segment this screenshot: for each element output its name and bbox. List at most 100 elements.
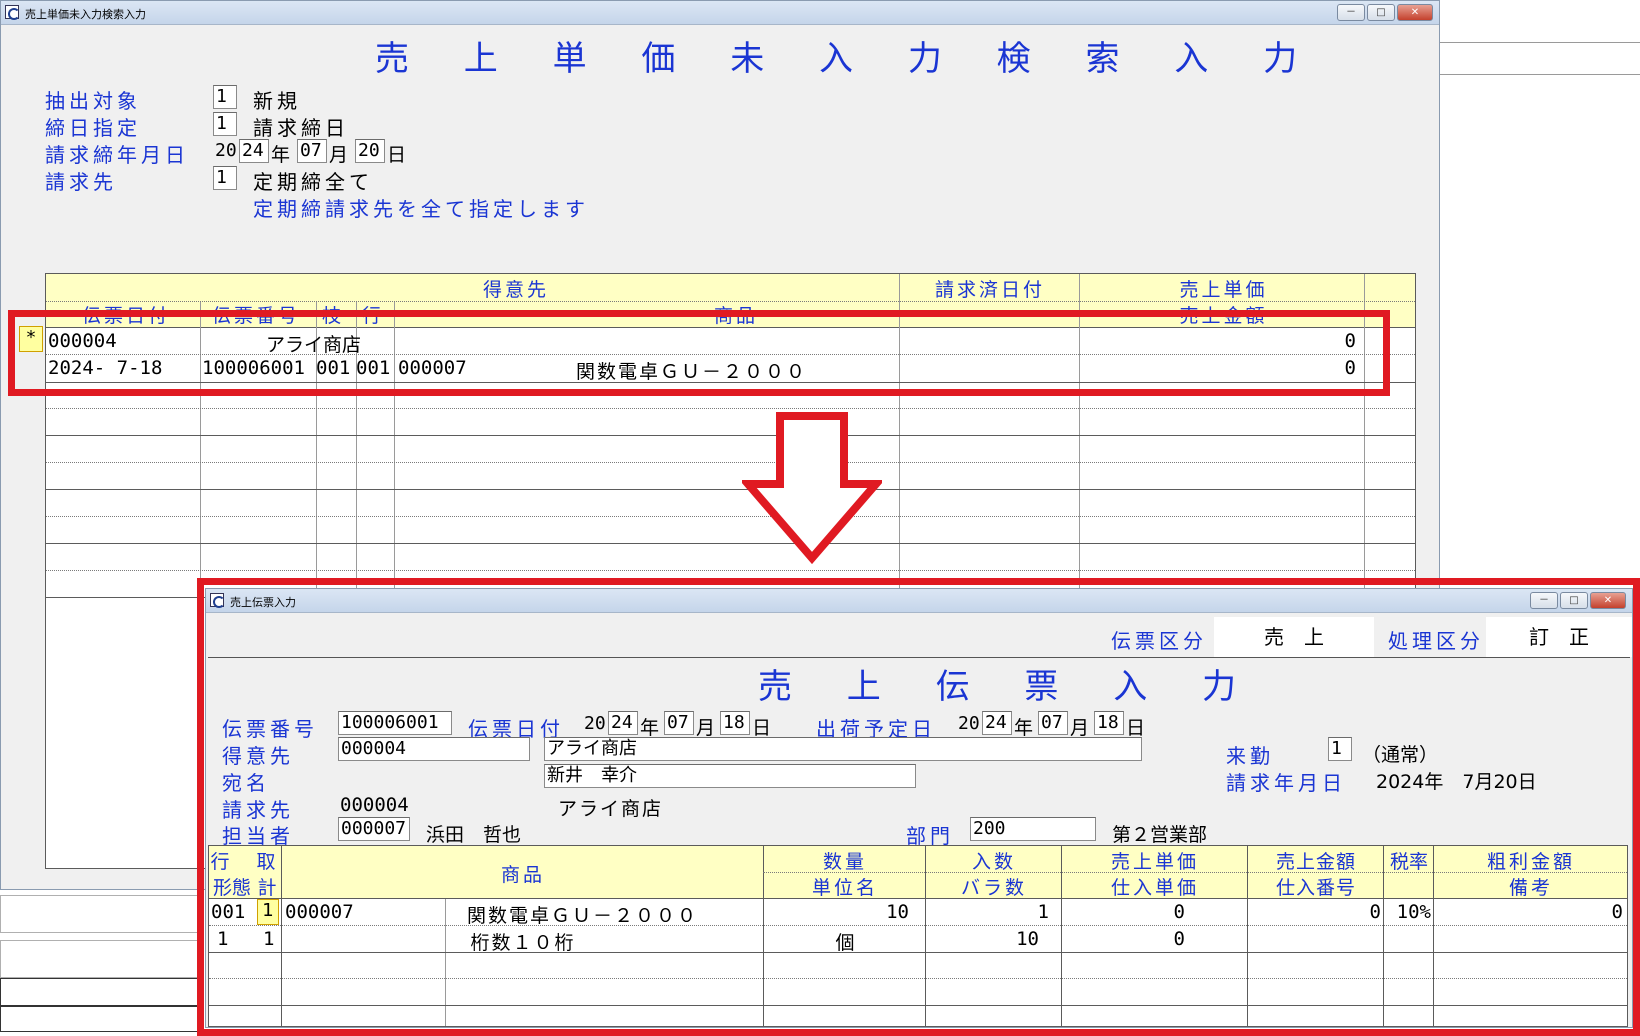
dept-code-input[interactable]: 200 [970,817,1096,841]
closing-input[interactable]: 1 [213,112,237,136]
slip-date-day-input[interactable]: 18 [720,711,750,735]
closing-text: 請求締日 [253,116,349,140]
billing-label: 請求先 [222,798,294,822]
close-button[interactable]: ✕ [1590,592,1626,609]
month-unit: 月 [1070,717,1090,739]
row2-total[interactable]: 1 [263,928,274,950]
header-sale-amount: 売上金額 [1275,851,1356,873]
row1-qty[interactable]: 10 [769,901,909,923]
row1-product-code[interactable]: 000007 [285,901,354,923]
slip-no-input[interactable]: 100006001 [338,711,452,735]
row-line [46,570,1415,571]
header-unit-price: 売上単価 [1179,279,1268,301]
header-slip-date: 伝票日付 [81,305,170,327]
row2-branch: 001 [316,357,351,379]
header-line: 行 [361,305,384,327]
grid-divider [1061,846,1062,1026]
date-year-input[interactable]: 24 [239,139,269,163]
row1-product-name: 関数電卓ＧＵ－２０００ [467,905,699,927]
slip-type-value: 売 上 [1214,617,1374,657]
row1-line: 001 [211,901,246,923]
row1-tax[interactable]: 10% [1385,901,1431,923]
row2-amount[interactable]: 0 [1266,357,1356,379]
maximize-button[interactable]: □ [1560,592,1588,609]
date-label: 請求締年月日 [45,143,189,167]
page-title: 売 上 単 価 未 入 力 検 索 入 力 [375,39,1320,79]
row-line [209,1005,1627,1006]
month-unit: 月 [329,144,349,166]
dept-name: 第２営業部 [1112,824,1208,846]
billing-text: 定期締全て [253,170,373,194]
header-slip-no: 伝票番号 [211,305,300,327]
header-loose: バラ数 [960,877,1027,899]
row2-unit-name[interactable]: 個 [765,928,925,955]
background-field [0,940,200,978]
row1-gross: 0 [1611,901,1623,923]
customer-name-input[interactable]: アライ商店 [544,737,1142,761]
extract-input[interactable]: 1 [213,85,237,109]
row2-form[interactable]: 1 [217,928,228,950]
header-total: 計 [257,877,277,899]
grid-divider [1433,846,1434,1026]
row-line [46,354,1415,355]
year-unit: 年 [271,144,291,166]
row1-customer-code[interactable]: 000004 [48,330,117,352]
header-gross: 粗利金額 [1486,851,1575,873]
year-unit: 年 [1014,717,1034,739]
billing-input[interactable]: 1 [213,166,237,190]
grid-divider [445,899,446,1026]
row-line [46,543,1415,544]
date-day-input[interactable]: 20 [355,139,385,163]
extract-text: 新規 [253,89,301,113]
date-month-input[interactable]: 07 [297,139,327,163]
header-branch: 枝 [321,305,344,327]
visit-label: 来勤 [1226,744,1274,768]
header-customer: 得意先 [482,279,549,301]
header-line: 行 [210,851,230,873]
maximize-button[interactable]: □ [1367,4,1395,21]
row2-product-code: 000007 [398,357,467,379]
row2-product-name: 関数電卓ＧＵ－２０００ [576,361,808,383]
minimize-button[interactable]: － [1530,592,1558,609]
row1-take-input[interactable]: 1 [257,899,279,925]
header-form: 形態 [212,877,251,899]
slip-no-label: 伝票番号 [222,717,318,741]
process-value: 訂 正 [1486,617,1632,657]
slip-date-year-input[interactable]: 24 [608,711,638,735]
header-qty: 数量 [822,851,867,873]
header-take: 取 [256,851,276,873]
slip-window-titlebar[interactable]: 売上伝票入力 － □ ✕ [206,589,1632,613]
background-field [0,1006,200,1032]
row-line [46,516,1415,517]
visit-input[interactable]: 1 [1328,737,1352,761]
row2-loose[interactable]: 10 [929,928,1039,950]
background-divider [1440,42,1640,43]
addressee-input[interactable]: 新井 幸介 [544,764,916,788]
ship-date-prefix: 20 [958,713,980,734]
minimize-button[interactable]: － [1337,4,1365,21]
addressee-label: 宛名 [222,771,270,795]
close-button[interactable]: ✕ [1397,4,1433,21]
slip-date-prefix: 20 [584,713,606,734]
customer-label: 得意先 [222,744,294,768]
row1-sale-price[interactable]: 0 [1065,901,1185,923]
ship-date-month-input[interactable]: 07 [1038,711,1068,735]
grid-divider [763,846,764,1026]
row1-sale-amount[interactable]: 0 [1251,901,1381,923]
ship-date-day-input[interactable]: 18 [1094,711,1124,735]
ship-date-year-input[interactable]: 24 [982,711,1012,735]
staff-code-input[interactable]: 000007 [338,817,410,841]
visit-text: （通常） [1362,744,1439,766]
slip-date-month-input[interactable]: 07 [664,711,694,735]
background-field [0,978,200,1006]
billing-code: 000004 [340,794,409,816]
search-window-titlebar[interactable]: 売上単価未入力検索入力 － □ ✕ [1,1,1439,25]
row2-purchase-price[interactable]: 0 [1065,928,1185,950]
background-field [0,895,200,933]
customer-code-input[interactable]: 000004 [338,737,530,761]
header-memo: 備考 [1508,877,1553,899]
bill-month-label: 請求年月日 [1226,771,1346,795]
row1-unit-price[interactable]: 0 [1266,330,1356,352]
row1-in-count[interactable]: 1 [929,901,1049,923]
grid-divider [200,301,201,868]
